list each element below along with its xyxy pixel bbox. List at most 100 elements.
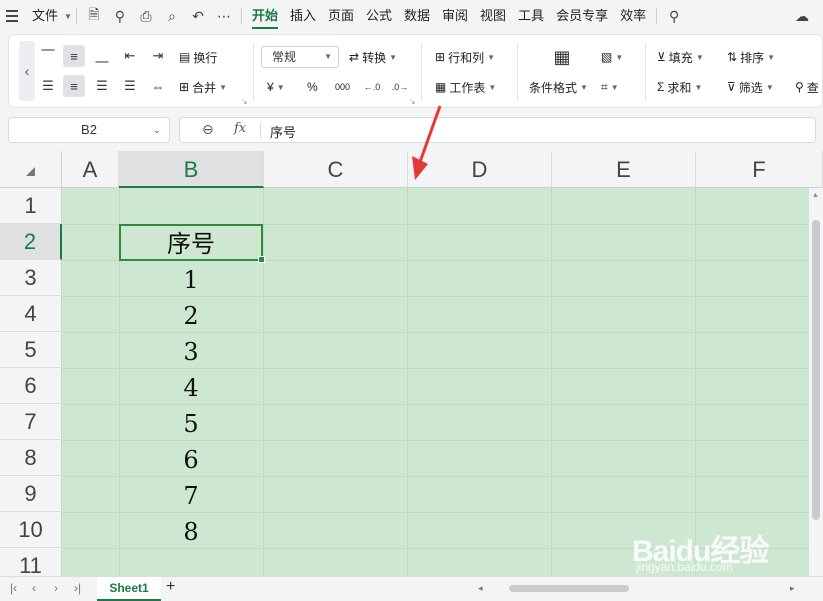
thousands-button[interactable]: 000 [335, 75, 350, 99]
tab-formulas[interactable]: 公式 [360, 0, 398, 32]
search-icon[interactable]: ⚲ [661, 0, 687, 32]
formula-content[interactable]: 序号 [270, 122, 296, 141]
tab-member[interactable]: 会员专享 [550, 0, 614, 32]
align-left-icon[interactable]: ☰ [37, 75, 59, 97]
tab-home[interactable]: 开始 [246, 0, 284, 32]
conditional-format-icon[interactable]: ▦ [549, 45, 575, 69]
cell-b8[interactable]: 6 [119, 440, 263, 476]
print-preview-icon[interactable]: ⌕ [159, 0, 185, 32]
chevron-down-icon[interactable]: ▼ [64, 12, 72, 21]
cell-b9[interactable]: 7 [119, 476, 263, 512]
tab-view[interactable]: 视图 [474, 0, 512, 32]
row-header-11[interactable]: 11 [0, 548, 62, 576]
row-header-2[interactable]: 2 [0, 224, 62, 260]
sheet-tab-sheet1[interactable]: Sheet1 [97, 577, 161, 601]
decimal-decrease-icon[interactable]: .0→ [389, 76, 411, 98]
row-col-button[interactable]: ⊞ 行和列 ▼ [435, 45, 495, 69]
align-center-icon[interactable]: ≡ [63, 75, 85, 97]
save-icon[interactable]: 🗎 [81, 0, 107, 32]
merge-button[interactable]: ⊞ 合并 ▼ [179, 75, 227, 99]
cell-b4[interactable]: 2 [119, 296, 263, 332]
row-header-1[interactable]: 1 [0, 188, 62, 224]
spreadsheet-grid: A B C D E F 1 2 3 4 5 6 7 8 9 10 11 序号 1… [0, 151, 823, 576]
chevron-down-icon[interactable]: ⌄ [153, 119, 161, 143]
cloud-icon[interactable]: ☁ [789, 0, 815, 32]
align-middle-icon[interactable]: ≡ [63, 45, 85, 67]
wrap-text-button[interactable]: ▤ 换行 [179, 45, 217, 69]
row-header-7[interactable]: 7 [0, 404, 62, 440]
justify-icon[interactable]: ☰ [119, 75, 141, 97]
undo-icon[interactable]: ↶ [185, 0, 211, 32]
column-header-a[interactable]: A [62, 151, 119, 188]
horizontal-scroll-thumb[interactable] [509, 585, 629, 592]
row-header-6[interactable]: 6 [0, 368, 62, 404]
tab-insert[interactable]: 插入 [284, 0, 322, 32]
sum-button[interactable]: Σ 求和 ▼ [657, 75, 702, 99]
percent-button[interactable]: % [307, 75, 318, 99]
decimal-increase-icon[interactable]: ←.0 [361, 76, 383, 98]
first-sheet-icon[interactable]: |‹ [10, 581, 17, 595]
row-header-10[interactable]: 10 [0, 512, 62, 548]
row-header-3[interactable]: 3 [0, 260, 62, 296]
select-all-corner[interactable] [0, 151, 62, 188]
indent-decrease-icon[interactable]: ⇤ [119, 45, 141, 67]
align-right-icon[interactable]: ☰ [91, 75, 113, 97]
column-header-f[interactable]: F [696, 151, 823, 188]
scroll-left-icon[interactable]: ◂ [478, 583, 483, 594]
row-header-9[interactable]: 9 [0, 476, 62, 512]
tab-page[interactable]: 页面 [322, 0, 360, 32]
align-bottom-icon[interactable]: ⎽ [91, 45, 113, 67]
cell-b3[interactable]: 1 [119, 260, 263, 296]
share-icon[interactable]: ⚲ [107, 0, 133, 32]
add-sheet-button[interactable]: + [166, 578, 175, 596]
scroll-up-icon[interactable]: ▲ [812, 192, 819, 199]
cell-style-button[interactable]: ▧ ▼ [601, 45, 623, 69]
number-format-select[interactable]: 常规 ▼ [261, 46, 339, 68]
main-menu-icon[interactable] [6, 10, 26, 22]
more-icon[interactable]: ⋯ [211, 0, 237, 32]
convert-button[interactable]: ⇄ 转换 ▼ [349, 45, 397, 69]
tab-efficiency[interactable]: 效率 [614, 0, 652, 32]
sort-button[interactable]: ⇅ 排序 ▼ [727, 45, 775, 69]
file-menu[interactable]: 文件 [26, 0, 64, 32]
zoom-icon[interactable]: ⊖ [202, 121, 214, 138]
fill-button[interactable]: ⊻ 填充 ▼ [657, 45, 704, 69]
currency-button[interactable]: ¥ ▼ [267, 75, 285, 99]
vertical-scroll-thumb[interactable] [812, 220, 820, 520]
cell-b5[interactable]: 3 [119, 332, 263, 368]
cell-area[interactable]: 序号 1 2 3 4 5 6 7 8 [62, 188, 823, 576]
column-header-b[interactable]: B [119, 151, 264, 188]
scroll-right-icon[interactable]: ▸ [790, 583, 795, 594]
worksheet-button[interactable]: ▦ 工作表 ▼ [435, 75, 496, 99]
name-box[interactable]: B2 ⌄ [8, 117, 170, 143]
row-header-8[interactable]: 8 [0, 440, 62, 476]
row-header-5[interactable]: 5 [0, 332, 62, 368]
border-button[interactable]: ⌗ ▼ [601, 75, 619, 99]
cell-b2[interactable]: 序号 [119, 224, 265, 263]
prev-sheet-icon[interactable]: ‹ [32, 581, 36, 595]
formula-bar[interactable]: ⊖ fx 序号 [179, 117, 816, 143]
print-icon[interactable]: ⎙ [133, 0, 159, 32]
filter-button[interactable]: ⊽ 筛选 ▼ [727, 75, 774, 99]
vertical-scrollbar[interactable]: ▲ [809, 188, 823, 576]
tab-tools[interactable]: 工具 [512, 0, 550, 32]
row-header-4[interactable]: 4 [0, 296, 62, 332]
cell-b7[interactable]: 5 [119, 404, 263, 440]
distributed-icon[interactable]: ⇔ [147, 75, 169, 97]
ribbon-scroll-left-icon[interactable]: ‹ [19, 41, 35, 101]
next-sheet-icon[interactable]: › [54, 581, 58, 595]
column-header-e[interactable]: E [552, 151, 696, 188]
align-top-icon[interactable]: ⎺ [37, 45, 59, 67]
column-header-c[interactable]: C [264, 151, 408, 188]
fx-icon[interactable]: fx [234, 121, 246, 136]
tab-data[interactable]: 数据 [398, 0, 436, 32]
last-sheet-icon[interactable]: ›| [74, 581, 81, 595]
tab-review[interactable]: 审阅 [436, 0, 474, 32]
find-button[interactable]: ⚲ 查 [795, 75, 819, 99]
dialog-launcher-icon[interactable]: ↘ [241, 97, 248, 106]
cell-b6[interactable]: 4 [119, 368, 263, 404]
indent-increase-icon[interactable]: ⇥ [147, 45, 169, 67]
horizontal-scrollbar[interactable] [487, 585, 787, 593]
cell-b10[interactable]: 8 [119, 512, 263, 548]
conditional-format-button[interactable]: 条件格式 ▼ [529, 75, 588, 99]
